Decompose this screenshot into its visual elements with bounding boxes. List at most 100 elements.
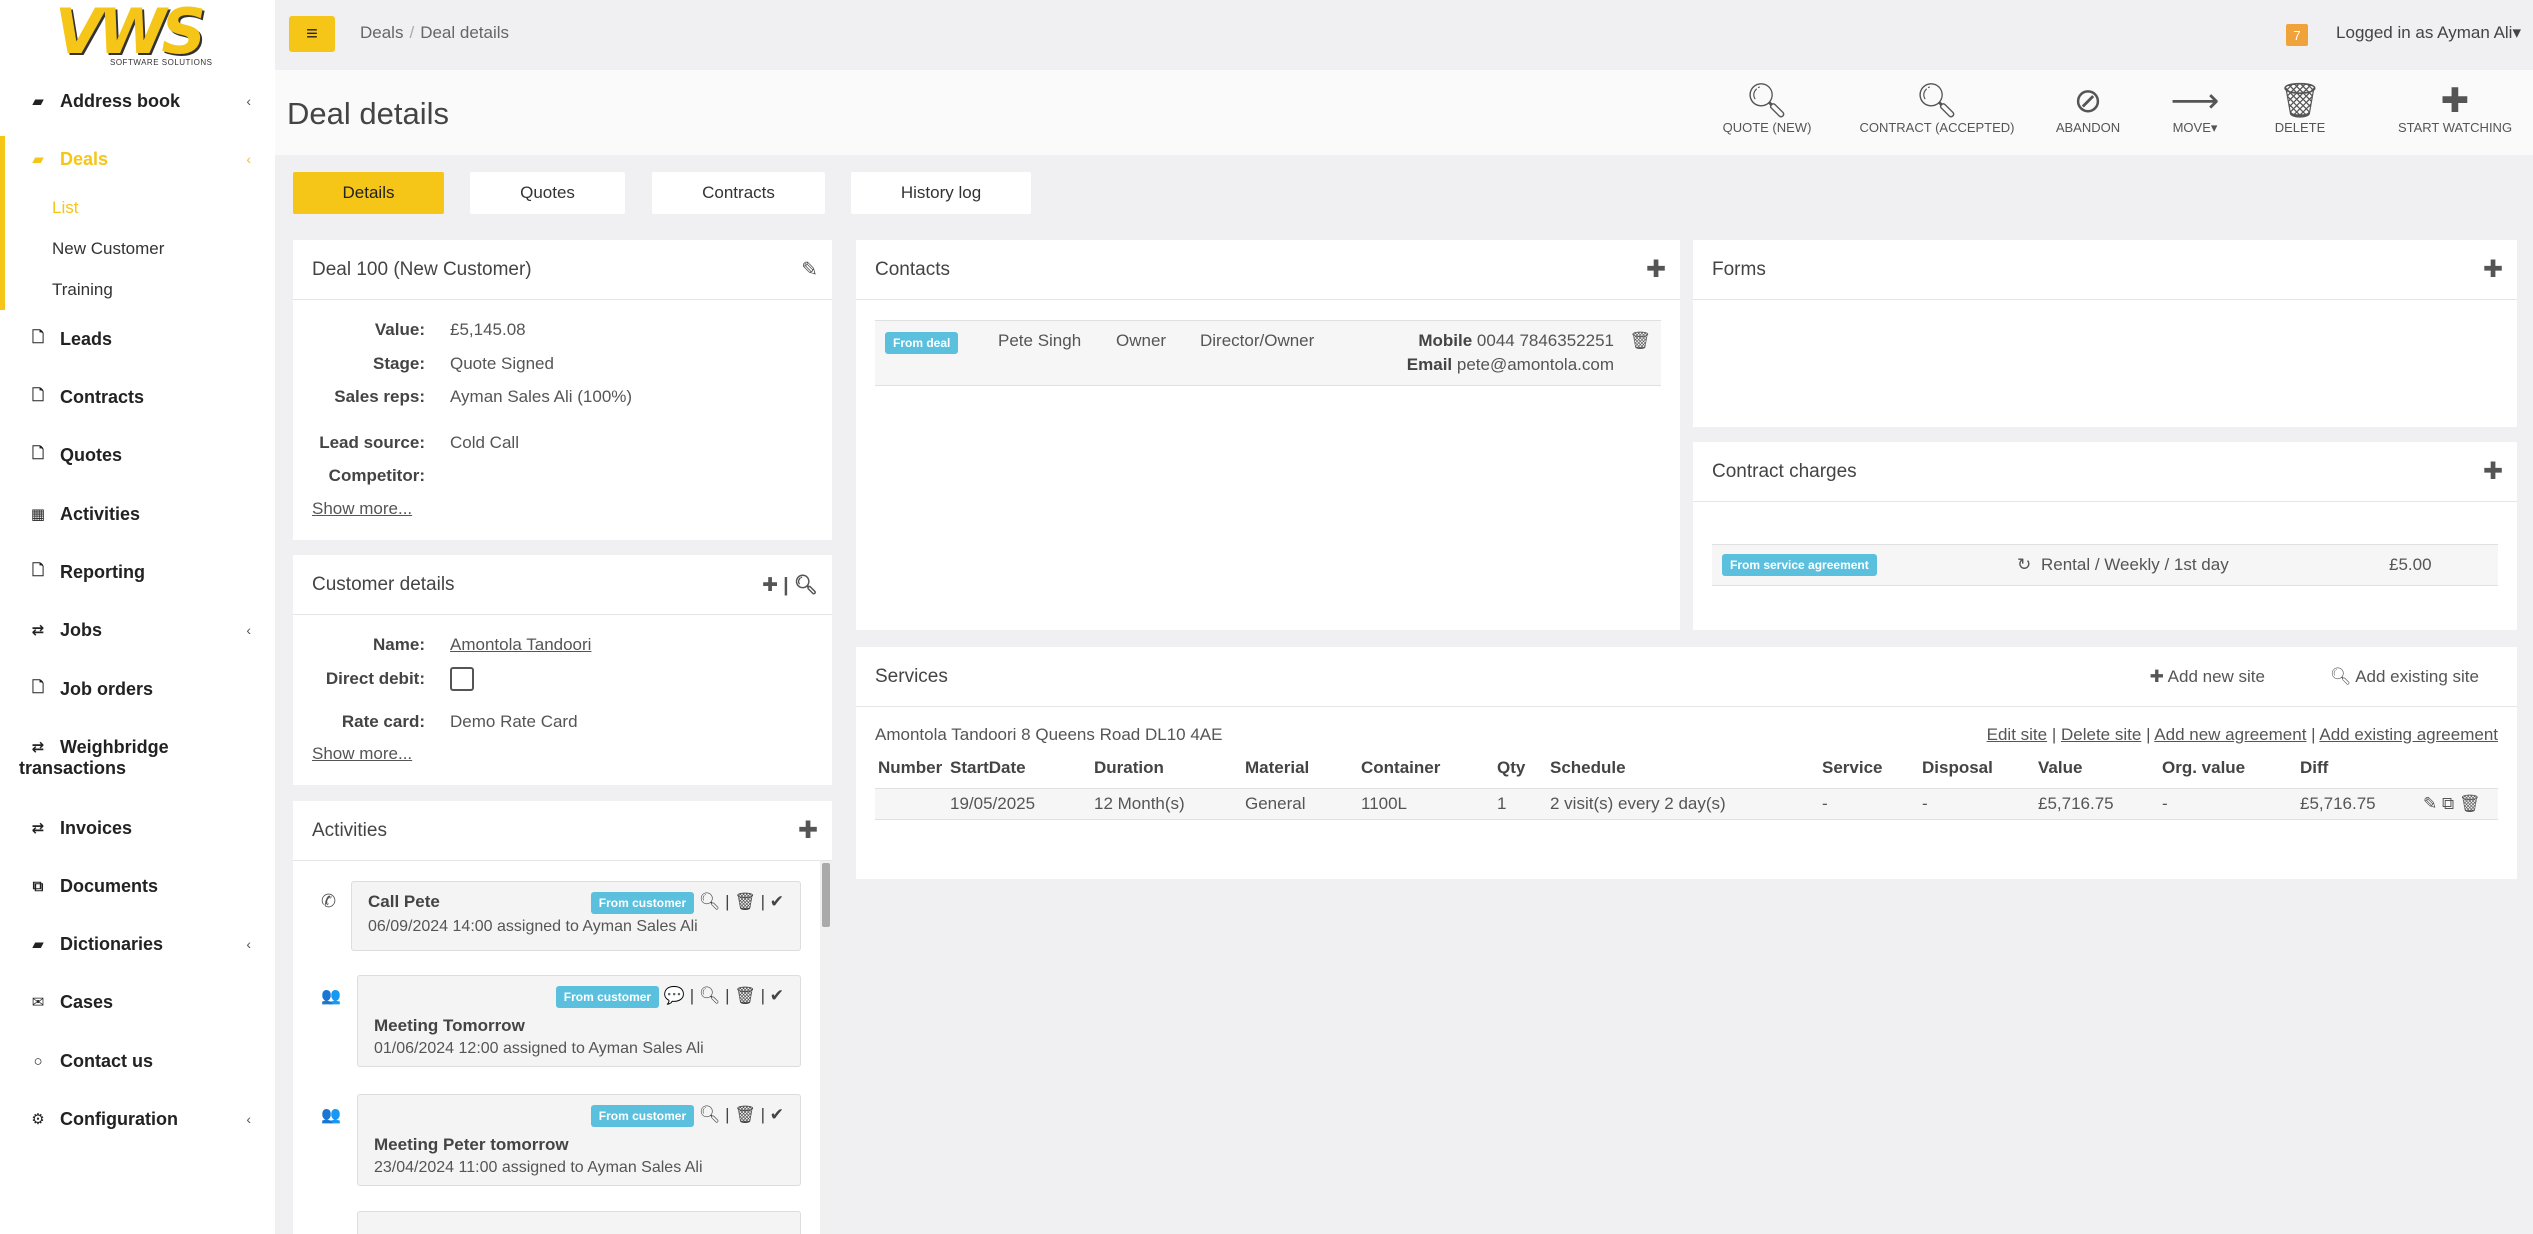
sidebar-item-reporting[interactable]: 🗋 Reporting (0, 559, 275, 585)
start-watching-button[interactable]: ✚ START WATCHING (2385, 82, 2525, 135)
move-button[interactable]: ⟶ MOVE▾ (2155, 82, 2235, 136)
plus-icon[interactable]: ✚ (2483, 255, 2503, 284)
edit-icon[interactable]: ✎ (801, 257, 818, 282)
cell-qty: 1 (1497, 794, 1507, 813)
rate-card-label: Rate card: (341, 712, 425, 731)
delete-site-link[interactable]: Delete site (2061, 725, 2141, 744)
stage-label: Stage: (373, 354, 425, 373)
add-existing-agreement-link[interactable]: Add existing agreement (2319, 725, 2498, 744)
exchange-icon: ⇄ (31, 820, 45, 837)
tab-quotes[interactable]: Quotes (470, 172, 625, 214)
col-startdate: StartDate (950, 758, 1026, 777)
logo[interactable]: VWS SOFTWARE SOLUTIONS (55, 1, 220, 70)
activity-item-partial[interactable] (357, 1211, 801, 1234)
activity-tools[interactable]: 🔍︎ | 🗑 | ✔ (699, 892, 784, 911)
abandon-button[interactable]: ⊘ ABANDON (2043, 82, 2133, 135)
sidebar-item-contracts[interactable]: 🗋 Contracts (0, 384, 275, 410)
contact-name: Pete Singh (998, 331, 1082, 350)
col-material: Material (1245, 758, 1310, 777)
refresh-icon: ↻ (2017, 555, 2032, 574)
sidebar-subitem-training[interactable]: Training (52, 280, 113, 300)
exchange-icon: ⇄ (31, 622, 45, 639)
menu-toggle-button[interactable]: ≡ (289, 16, 335, 52)
sidebar-subitem-list[interactable]: List (52, 198, 78, 218)
trash-icon[interactable]: 🗑 (1629, 331, 1651, 351)
action-label: ABANDON (2055, 120, 2121, 135)
forms-panel: Forms ✚ (1693, 240, 2517, 427)
cell-material: General (1245, 794, 1306, 813)
sidebar-item-configuration[interactable]: ⚙ Configuration ‹ (0, 1106, 275, 1132)
tab-history-log[interactable]: History log (851, 172, 1031, 214)
sidebar-item-leads[interactable]: 🗋 Leads (0, 326, 275, 352)
tab-details[interactable]: Details (293, 172, 444, 214)
breadcrumb-deals[interactable]: Deals (360, 23, 403, 42)
cell-startdate: 19/05/2025 (950, 794, 1036, 813)
sidebar-item-job-orders[interactable]: 🗋 Job orders (0, 676, 275, 702)
show-more-link[interactable]: Show more... (312, 744, 412, 764)
row-tools[interactable]: ✎ ⧉ 🗑 (2423, 794, 2480, 814)
sidebar-item-documents[interactable]: ⧉ Documents (0, 873, 275, 899)
show-more-link[interactable]: Show more... (312, 499, 412, 519)
activity-subtitle: 23/04/2024 11:00 assigned to Ayman Sales… (374, 1159, 703, 1176)
sidebar-item-weighbridge[interactable]: ⇄ Weighbridge (0, 734, 275, 760)
sidebar-item-quotes[interactable]: 🗋 Quotes (0, 442, 275, 468)
cell-duration: 12 Month(s) (1094, 794, 1185, 813)
edit-site-link[interactable]: Edit site (1987, 725, 2047, 744)
direct-debit-checkbox[interactable] (450, 667, 474, 691)
link-separator: | (2146, 725, 2151, 744)
contract-accepted-button[interactable]: 🔍︎ CONTRACT (ACCEPTED) (1847, 82, 2027, 135)
lead-source-value: Cold Call (450, 433, 519, 452)
col-service: Service (1822, 758, 1883, 777)
activity-item[interactable]: From customer 💬 | 🔍︎ | 🗑 | ✔ Meeting Tom… (357, 975, 801, 1067)
contacts-panel: Contacts ✚ From deal Pete Singh Owner Di… (856, 240, 1680, 630)
sidebar-item-jobs[interactable]: ⇄ Jobs ‹ (0, 617, 275, 643)
sidebar-item-address-book[interactable]: ▰ Address book ‹ (0, 88, 275, 114)
user-menu[interactable]: Logged in as Ayman Ali▾ (2336, 23, 2521, 43)
activity-tools[interactable]: 🔍︎ | 🗑 | ✔ (699, 1105, 784, 1124)
contact-mobile: Mobile 0044 7846352251 (1418, 331, 1614, 351)
sidebar-item-label: Dictionaries (60, 933, 164, 954)
sidebar-item-contact-us[interactable]: ○ Contact us (0, 1048, 275, 1074)
contact-row[interactable]: From deal Pete Singh Owner Director/Owne… (875, 320, 1661, 386)
plus-icon[interactable]: ✚ (798, 816, 818, 845)
activity-item[interactable]: From customer 🔍︎ | 🗑 | ✔ Meeting Peter t… (357, 1094, 801, 1186)
mobile-label: Mobile (1418, 331, 1473, 350)
contract-charges-panel: Contract charges ✚ From service agreemen… (1693, 442, 2517, 630)
add-existing-site-button[interactable]: 🔍︎ Add existing site (2330, 667, 2479, 687)
direct-debit-label: Direct debit: (325, 669, 425, 688)
customer-tools[interactable]: ✚ | 🔍︎ (762, 573, 818, 597)
sidebar-item-label: Invoices (60, 817, 133, 838)
trash-icon: 🗑 (2278, 82, 2322, 120)
arrow-right-icon: ⟶ (2170, 82, 2220, 120)
from-service-agreement-badge: From service agreement (1722, 554, 1877, 576)
add-new-site-button[interactable]: ✚ Add new site (2150, 667, 2265, 687)
rate-card-value: Demo Rate Card (450, 712, 578, 731)
quote-new-button[interactable]: 🔍︎ QUOTE (NEW) (1712, 82, 1822, 135)
calendar-icon: ▦ (30, 506, 46, 523)
sidebar-subitem-new-customer[interactable]: New Customer (52, 239, 164, 259)
add-new-agreement-link[interactable]: Add new agreement (2154, 725, 2306, 744)
scrollbar[interactable] (820, 861, 832, 1234)
activity-item[interactable]: Call Pete 06/09/2024 14:00 assigned to A… (351, 881, 801, 951)
sidebar-item-invoices[interactable]: ⇄ Invoices (0, 815, 275, 841)
sidebar-item-cases[interactable]: ✉ Cases (0, 989, 275, 1015)
sidebar-item-dictionaries[interactable]: ▰ Dictionaries ‹ (0, 931, 275, 957)
sidebar-item-label: Contracts (60, 386, 145, 407)
activity-tools[interactable]: 💬 | 🔍︎ | 🗑 | ✔ (664, 986, 784, 1005)
scrollbar-thumb[interactable] (822, 863, 830, 927)
plus-icon[interactable]: ✚ (2483, 457, 2503, 486)
sidebar-item-deals[interactable]: ▰ Deals ‹ (0, 146, 275, 172)
delete-button[interactable]: 🗑 DELETE (2265, 82, 2335, 135)
sidebar-item-activities[interactable]: ▦ Activities (0, 501, 275, 527)
lead-source-label: Lead source: (319, 433, 425, 452)
plus-icon[interactable]: ✚ (1646, 255, 1666, 284)
notification-badge[interactable]: 7 (2286, 24, 2308, 46)
tab-contracts[interactable]: Contracts (652, 172, 825, 214)
breadcrumb-current: Deal details (420, 23, 510, 42)
customer-name-link[interactable]: Amontola Tandoori (450, 635, 591, 655)
topbar: ≡ Deals / Deal details 7 Logged in as Ayma… (275, 0, 2533, 70)
charge-row[interactable]: From service agreement ↻ Rental / Weekly… (1712, 544, 2498, 586)
chevron-down-icon: ‹ (246, 151, 251, 167)
sidebar-item-label: Reporting (60, 561, 145, 582)
action-label: START WATCHING (2397, 120, 2513, 135)
